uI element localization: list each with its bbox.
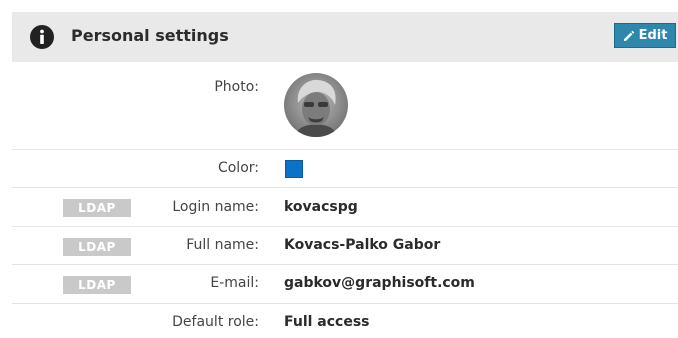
email-value: gabkov@graphisoft.com xyxy=(284,275,475,291)
edit-button[interactable]: Edit xyxy=(614,23,676,48)
role-row: Default role: Full access xyxy=(12,303,678,338)
panel-header: Personal settings Edit xyxy=(12,12,678,62)
fullname-value: Kovacs-Palko Gabor xyxy=(284,237,441,253)
fullname-row: LDAP Full name: Kovacs-Palko Gabor xyxy=(12,226,678,265)
fullname-label: Full name: xyxy=(186,237,259,253)
color-swatch[interactable] xyxy=(285,160,303,178)
edit-button-label: Edit xyxy=(638,28,668,43)
avatar-photo xyxy=(284,73,348,137)
login-label: Login name: xyxy=(172,199,259,215)
color-label: Color: xyxy=(217,160,259,176)
personal-settings-panel: Personal settings Edit Photo: Color: LDA… xyxy=(12,12,678,330)
ldap-badge: LDAP xyxy=(63,238,131,256)
role-value: Full access xyxy=(284,314,370,330)
email-row: LDAP E-mail: gabkov@graphisoft.com xyxy=(12,264,678,304)
login-value: kovacspg xyxy=(284,199,358,215)
avatar xyxy=(284,73,348,137)
photo-label: Photo: xyxy=(214,79,259,95)
login-row: LDAP Login name: kovacspg xyxy=(12,187,678,227)
photo-row: Photo: xyxy=(12,62,678,149)
email-label: E-mail: xyxy=(210,275,259,291)
panel-title: Personal settings xyxy=(71,26,229,45)
info-icon xyxy=(30,25,54,49)
color-row: Color: xyxy=(12,149,678,188)
role-label: Default role: xyxy=(172,314,259,330)
ldap-badge: LDAP xyxy=(63,276,131,294)
pencil-icon xyxy=(623,30,634,41)
ldap-badge: LDAP xyxy=(63,199,131,217)
